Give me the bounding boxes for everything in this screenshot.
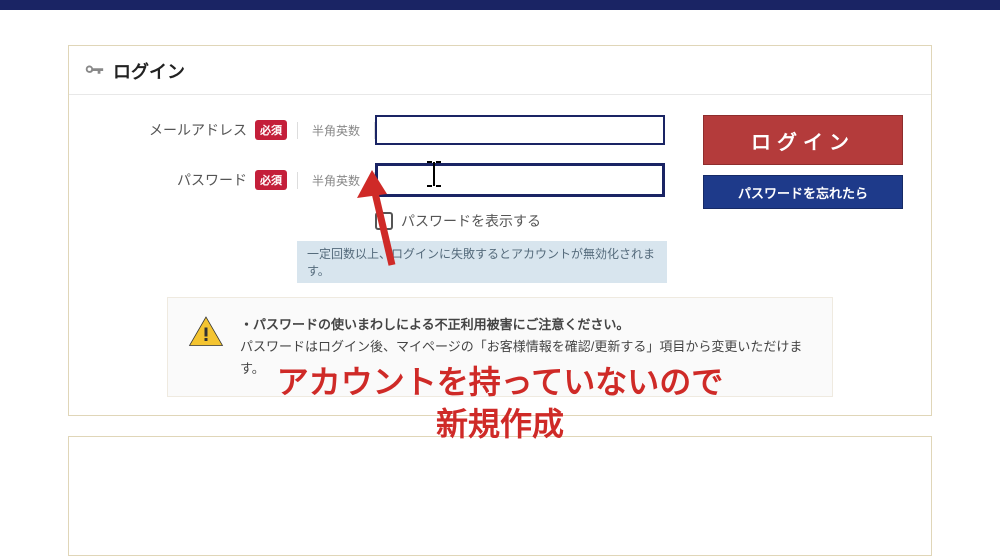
password-input[interactable] (375, 163, 665, 197)
required-badge: 必須 (255, 120, 287, 140)
panel-header: ログイン (69, 46, 931, 95)
forgot-password-button[interactable]: パスワードを忘れたら (703, 175, 903, 209)
secondary-panel (68, 436, 932, 556)
lockout-notice: 一定回数以上、ログインに失敗するとアカウントが無効化されます。 (297, 241, 667, 283)
key-icon (83, 60, 105, 82)
warning-line-1: ・パスワードの使いまわしによる不正利用被害にご注意ください。 (240, 314, 812, 336)
password-hint: 半角英数 (297, 172, 375, 189)
spacer (0, 10, 1000, 45)
password-label: パスワード (177, 170, 247, 190)
warning-text: ・パスワードの使いまわしによる不正利用被害にご注意ください。 パスワードはログイ… (240, 314, 812, 380)
password-label-cell: パスワード 必須 (97, 170, 297, 190)
email-label-cell: メールアドレス 必須 (97, 120, 297, 140)
password-input-wrap (375, 163, 665, 197)
show-password-checkbox[interactable] (375, 212, 393, 230)
email-hint: 半角英数 (297, 122, 375, 139)
email-input[interactable] (375, 115, 665, 145)
email-label: メールアドレス (149, 120, 247, 140)
page-title: ログイン (113, 58, 185, 84)
email-input-wrap (375, 115, 665, 145)
right-button-column: ログイン パスワードを忘れたら (703, 115, 903, 209)
show-password-row: パスワードを表示する (375, 211, 665, 231)
warning-icon (188, 314, 224, 350)
login-panel: ログイン ログイン パスワードを忘れたら メールアドレス 必須 半角英数 パスワ… (68, 45, 932, 416)
login-button[interactable]: ログイン (703, 115, 903, 165)
top-bar (0, 0, 1000, 10)
panel-body: ログイン パスワードを忘れたら メールアドレス 必須 半角英数 パスワード 必須… (69, 95, 931, 415)
warning-line-2: パスワードはログイン後、マイページの「お客様情報を確認/更新する」項目から変更い… (240, 336, 812, 380)
required-badge: 必須 (255, 170, 287, 190)
warning-box: ・パスワードの使いまわしによる不正利用被害にご注意ください。 パスワードはログイ… (167, 297, 833, 397)
show-password-label: パスワードを表示する (401, 211, 541, 231)
